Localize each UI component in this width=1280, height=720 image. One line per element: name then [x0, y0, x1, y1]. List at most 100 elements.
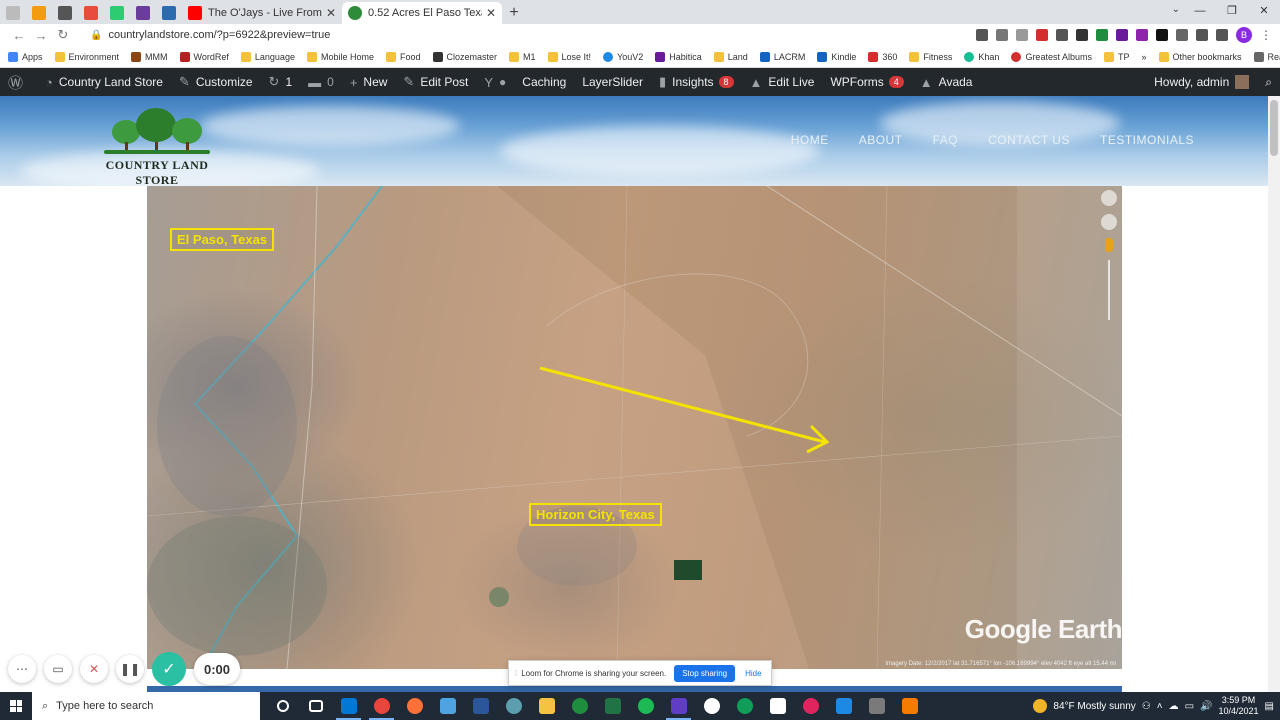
- notifications-icon[interactable]: ▤: [1265, 701, 1274, 712]
- wp-insights[interactable]: ▮ Insights 8: [651, 68, 742, 96]
- camera-icon[interactable]: [976, 29, 988, 41]
- stop-sharing-button[interactable]: Stop sharing: [674, 664, 736, 682]
- bookmark-item[interactable]: Land: [713, 51, 748, 62]
- file-explorer-icon[interactable]: [530, 692, 563, 720]
- bookmark-item[interactable]: WordRef: [179, 51, 229, 62]
- close-button[interactable]: ✕: [1248, 0, 1280, 22]
- extension-icon[interactable]: [1076, 29, 1088, 41]
- tab-youtube[interactable]: The O'Jays - Live From Daryl's H ✕: [182, 2, 342, 24]
- pinned-tab[interactable]: [156, 2, 182, 24]
- bookmark-item[interactable]: Clozemaster: [432, 51, 497, 62]
- chrome-app-icon[interactable]: [365, 692, 398, 720]
- tab-close-icon[interactable]: ✕: [486, 6, 496, 20]
- drag-handle-icon[interactable]: ⁞: [515, 669, 517, 678]
- extension-icon[interactable]: [1036, 29, 1048, 41]
- bookmark-item[interactable]: 360: [868, 51, 897, 62]
- spotify-app-icon[interactable]: [629, 692, 662, 720]
- pegman-icon[interactable]: [1105, 238, 1113, 252]
- outlook-app-icon[interactable]: [332, 692, 365, 720]
- hide-button[interactable]: Hide: [745, 669, 761, 678]
- network-icon[interactable]: ▭: [1185, 701, 1194, 712]
- taskbar-search[interactable]: ⌕ Type here to search: [32, 692, 260, 720]
- extension-icon[interactable]: [1116, 29, 1128, 41]
- nav-faq[interactable]: FAQ: [933, 133, 959, 147]
- wp-howdy[interactable]: Howdy, admin: [1146, 68, 1257, 96]
- wp-updates[interactable]: ↻ 1: [261, 68, 301, 96]
- extension-icon[interactable]: [1136, 29, 1148, 41]
- camera-toggle-icon[interactable]: ▭: [44, 655, 72, 683]
- look-control-icon[interactable]: [1101, 190, 1117, 206]
- yoast-seo[interactable]: Y ●: [476, 68, 514, 96]
- satellite-map[interactable]: El Paso, Texas Horizon City, Texas Googl…: [147, 186, 1122, 669]
- edge-app-icon[interactable]: [728, 692, 761, 720]
- cortana-icon[interactable]: [266, 692, 299, 720]
- extension-icon[interactable]: [1056, 29, 1068, 41]
- excel-app-icon[interactable]: [596, 692, 629, 720]
- page-scrollbar[interactable]: [1268, 96, 1280, 692]
- puzzle-icon[interactable]: [1196, 29, 1208, 41]
- move-control-icon[interactable]: [1101, 214, 1117, 230]
- pinned-tab[interactable]: [130, 2, 156, 24]
- new-tab-button[interactable]: +: [502, 2, 526, 24]
- bookmark-item[interactable]: Apps: [8, 51, 43, 62]
- tab-active-listing[interactable]: 0.52 Acres El Paso Texas 195280 ✕: [342, 2, 502, 24]
- bookmark-item[interactable]: Greatest Albums: [1011, 51, 1092, 62]
- bookmark-item[interactable]: TP: [1103, 51, 1129, 62]
- wp-comments[interactable]: ▬ 0: [300, 68, 342, 96]
- nav-home[interactable]: HOME: [791, 133, 829, 147]
- forward-arrow-icon[interactable]: →: [30, 28, 52, 43]
- profile-avatar[interactable]: B: [1236, 27, 1252, 43]
- weather-text[interactable]: 84°F Mostly sunny: [1053, 701, 1135, 712]
- app-icon[interactable]: [794, 692, 827, 720]
- bookmark-item[interactable]: Habitica: [655, 51, 702, 62]
- pinned-tab[interactable]: [26, 2, 52, 24]
- nav-contact-us[interactable]: CONTACT US: [988, 133, 1070, 147]
- lock-icon[interactable]: 🔒: [90, 30, 102, 41]
- bookmark-item[interactable]: Environment: [54, 51, 119, 62]
- bookmark-item[interactable]: Kindle: [817, 51, 856, 62]
- wp-edit-post[interactable]: ✎ Edit Post: [395, 68, 476, 96]
- calculator-app-icon[interactable]: [860, 692, 893, 720]
- chevron-up-icon[interactable]: ˄: [1157, 701, 1163, 712]
- taskbar-clock[interactable]: 3:59 PM 10/4/2021: [1219, 695, 1259, 717]
- tab-search-icon[interactable]: ⌄: [1172, 4, 1180, 15]
- pinned-tab[interactable]: [104, 2, 130, 24]
- star-icon[interactable]: [1016, 29, 1028, 41]
- zoom-slider[interactable]: [1108, 260, 1110, 320]
- minimize-button[interactable]: —: [1184, 0, 1216, 22]
- app-icon[interactable]: [893, 692, 926, 720]
- bookmarks-more[interactable]: »: [1141, 52, 1146, 62]
- restore-button[interactable]: ❐: [1216, 0, 1248, 22]
- wp-new[interactable]: + New: [342, 68, 396, 96]
- wp-site-name[interactable]: ◔ Country Land Store: [37, 68, 171, 96]
- word-app-icon[interactable]: [464, 692, 497, 720]
- wp-caching[interactable]: Caching: [514, 68, 574, 96]
- pinned-tab[interactable]: [52, 2, 78, 24]
- people-icon[interactable]: ⚇: [1142, 701, 1151, 712]
- scrollbar-thumb[interactable]: [1270, 100, 1278, 156]
- zoom-icon[interactable]: [996, 29, 1008, 41]
- volume-icon[interactable]: 🔊: [1200, 701, 1212, 712]
- start-button[interactable]: [0, 692, 32, 720]
- back-arrow-icon[interactable]: ←: [8, 28, 30, 43]
- bookmark-item[interactable]: Mobile Home: [306, 51, 374, 62]
- wp-layerslider[interactable]: LayerSlider: [574, 68, 651, 96]
- document-app-icon[interactable]: [761, 692, 794, 720]
- reading-list[interactable]: Reading list: [1253, 51, 1280, 62]
- extension-icon[interactable]: [1096, 29, 1108, 41]
- app-icon[interactable]: [497, 692, 530, 720]
- wp-search[interactable]: ⌕: [1257, 68, 1280, 96]
- kindle-app-icon[interactable]: [662, 692, 695, 720]
- bookmark-item[interactable]: Language: [240, 51, 295, 62]
- tab-close-icon[interactable]: ✕: [326, 6, 336, 20]
- more-options-icon[interactable]: ⋯: [8, 655, 36, 683]
- bookmark-item[interactable]: MMM: [131, 51, 168, 62]
- bookmark-item[interactable]: Fitness: [909, 51, 952, 62]
- site-logo[interactable]: COUNTRY LAND STORE: [84, 106, 230, 186]
- firefox-app-icon[interactable]: [398, 692, 431, 720]
- url-field[interactable]: countrylandstore.com/?p=6922&preview=tru…: [108, 29, 976, 41]
- bookmark-item[interactable]: Khan: [964, 51, 999, 62]
- app-icon[interactable]: [827, 692, 860, 720]
- finish-recording-icon[interactable]: ✓: [152, 652, 186, 686]
- nav-testimonials[interactable]: TESTIMONIALS: [1100, 133, 1194, 147]
